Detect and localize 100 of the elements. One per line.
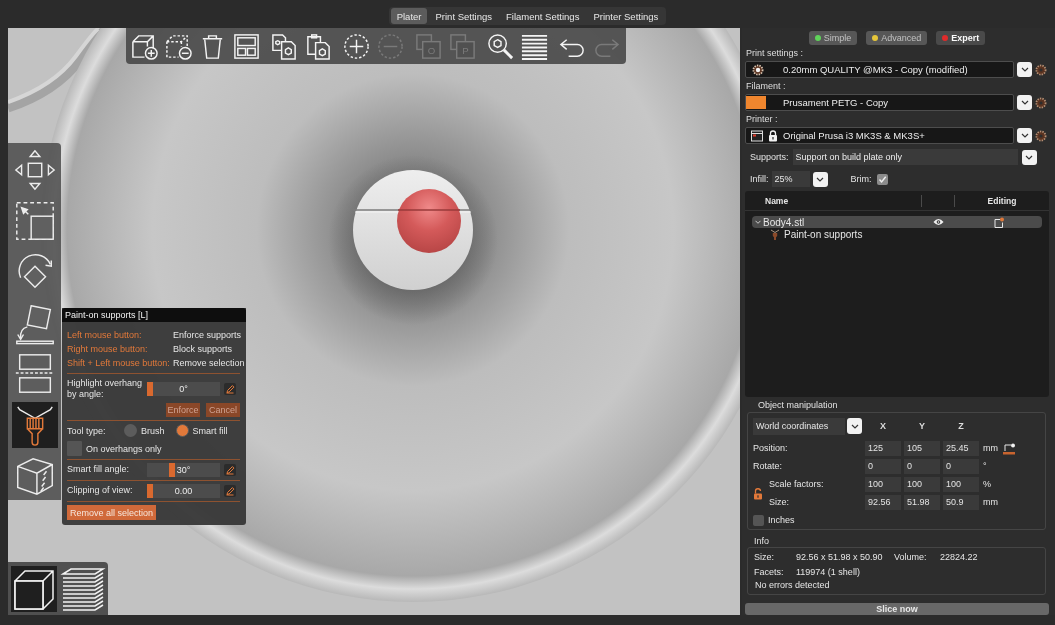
slider-thumb[interactable] — [147, 483, 153, 498]
tab[interactable]: Printer Settings — [587, 8, 665, 24]
expand-caret-icon[interactable] — [755, 219, 761, 225]
column-header: Name — [764, 195, 790, 206]
number-field[interactable]: 100 — [943, 477, 979, 492]
place-on-bed-icon[interactable] — [1002, 442, 1016, 455]
layout-grid-icon[interactable] — [232, 31, 261, 61]
brush-icon — [770, 228, 780, 241]
mode-button[interactable]: Simple — [808, 31, 858, 45]
tab[interactable]: Filament Settings — [500, 8, 586, 24]
number-field[interactable]: 100 — [904, 477, 940, 492]
dropdown-button[interactable] — [1017, 128, 1032, 143]
number-field[interactable]: 0 — [865, 459, 901, 474]
checkbox-label: On overhangs only — [86, 443, 162, 454]
slider-thumb[interactable] — [147, 382, 153, 396]
radio-button[interactable] — [124, 424, 137, 437]
field-label: Infill: — [750, 174, 769, 184]
object-row[interactable]: Paint-on supports — [745, 228, 1049, 241]
number-field[interactable]: 92.56 — [865, 495, 901, 510]
gear-icon[interactable] — [1035, 63, 1047, 76]
dropdown-button[interactable] — [812, 171, 828, 187]
preset-label: Print settings : — [745, 48, 805, 58]
field-label: Scale factors: — [768, 478, 825, 491]
field-label: Position: — [753, 442, 789, 455]
chevron-down-icon — [850, 423, 859, 429]
tab[interactable]: Plater — [390, 8, 428, 24]
number-field[interactable]: 100 — [865, 477, 901, 492]
axis-label: Z — [957, 420, 965, 433]
clipping-slider[interactable]: 0.00 — [147, 483, 220, 498]
circle-plus-icon[interactable] — [342, 31, 371, 61]
copy-icon[interactable] — [270, 31, 299, 61]
pencil-icon[interactable] — [224, 383, 236, 395]
shortcut-label: Shift + Left mouse button: — [67, 357, 171, 370]
preset-label: Filament : — [745, 81, 787, 91]
unit-label: mm — [983, 496, 998, 509]
number-field[interactable]: 50.9 — [943, 495, 979, 510]
number-field[interactable]: 25.45 — [943, 441, 979, 456]
object-row[interactable]: Body4.stl — [752, 216, 1042, 228]
unit-label: ° — [983, 460, 987, 473]
supports-dropdown[interactable]: Support on build plate only — [792, 149, 1018, 165]
setting-label: Smart fill angle: — [67, 464, 131, 475]
shortcut-action: Enforce supports — [173, 329, 243, 342]
field-label: Size: — [768, 496, 790, 509]
number-field[interactable]: 51.98 — [904, 495, 940, 510]
coordinates-dropdown[interactable]: World coordinates — [753, 418, 845, 435]
infill-field[interactable]: 25% — [771, 171, 810, 187]
radio-button[interactable] — [175, 424, 189, 437]
search-icon[interactable] — [486, 31, 515, 61]
number-field[interactable]: 0 — [904, 459, 940, 474]
mode-button[interactable]: Advanced — [866, 31, 928, 45]
chevron-down-icon — [1020, 100, 1029, 105]
pencil-icon[interactable] — [224, 463, 236, 476]
dropdown-button[interactable] — [1017, 95, 1032, 110]
pencil-icon[interactable] — [224, 484, 236, 497]
gear-icon — [752, 63, 764, 76]
radio-label: Smart fill — [192, 425, 228, 436]
tab[interactable]: Print Settings — [429, 8, 498, 24]
shortcut-action: Block supports — [173, 343, 234, 356]
number-field[interactable]: 0 — [943, 459, 979, 474]
slider-thumb[interactable] — [169, 462, 176, 477]
unit-label: mm — [983, 442, 998, 455]
preset-dropdown[interactable]: Original Prusa i3 MK3S & MK3S+ — [745, 127, 1014, 144]
angle-slider[interactable]: 30° — [147, 462, 220, 477]
preset-dropdown[interactable]: Prusament PETG - Copy — [745, 94, 1014, 111]
dropdown-button[interactable] — [1021, 149, 1037, 165]
preset-label: Printer : — [745, 114, 779, 124]
chevron-down-icon — [1025, 154, 1034, 160]
column-header: Editing — [986, 195, 1018, 206]
checkbox[interactable] — [753, 514, 764, 526]
gear-icon[interactable] — [1035, 96, 1047, 109]
printer-window-icon — [751, 129, 763, 142]
info-label: Volume: — [894, 552, 928, 563]
slice-button[interactable]: Slice now — [745, 603, 1049, 615]
dropdown-button[interactable] — [847, 418, 862, 434]
document-icon[interactable] — [993, 216, 1004, 228]
checkbox[interactable] — [876, 173, 888, 185]
radio-label: Brush — [141, 425, 165, 436]
axis-label: X — [879, 420, 887, 433]
mode-button[interactable]: Expert — [936, 31, 986, 45]
section-title: Info — [753, 536, 770, 546]
info-value: 92.56 x 51.98 x 50.90 — [796, 552, 884, 563]
preset-dropdown[interactable]: 0.20mm QUALITY @MK3 - Copy (modified) — [745, 61, 1014, 78]
checkbox-label: Inches — [768, 515, 795, 525]
setting-label: Highlight overhang by angle: — [67, 378, 144, 400]
unlocked-lock-icon[interactable] — [753, 487, 763, 500]
field-label: Brim: — [850, 174, 872, 184]
chevron-down-icon — [816, 176, 824, 182]
eye-icon[interactable] — [932, 218, 944, 226]
layers-stack-icon[interactable] — [60, 565, 106, 612]
info-label: Facets: — [754, 567, 785, 578]
number-field[interactable]: 125 — [865, 441, 901, 456]
panel-title: Paint-on supports [L] — [62, 308, 246, 322]
overhang-slider[interactable]: 0° — [147, 382, 220, 396]
number-field[interactable]: 105 — [904, 441, 940, 456]
field-label: Rotate: — [753, 460, 784, 473]
gear-icon[interactable] — [1035, 129, 1047, 142]
brush-icon[interactable] — [11, 402, 58, 448]
dropdown-button[interactable] — [1017, 62, 1032, 77]
cube-icon[interactable] — [11, 565, 57, 612]
paste-icon[interactable] — [304, 31, 333, 61]
